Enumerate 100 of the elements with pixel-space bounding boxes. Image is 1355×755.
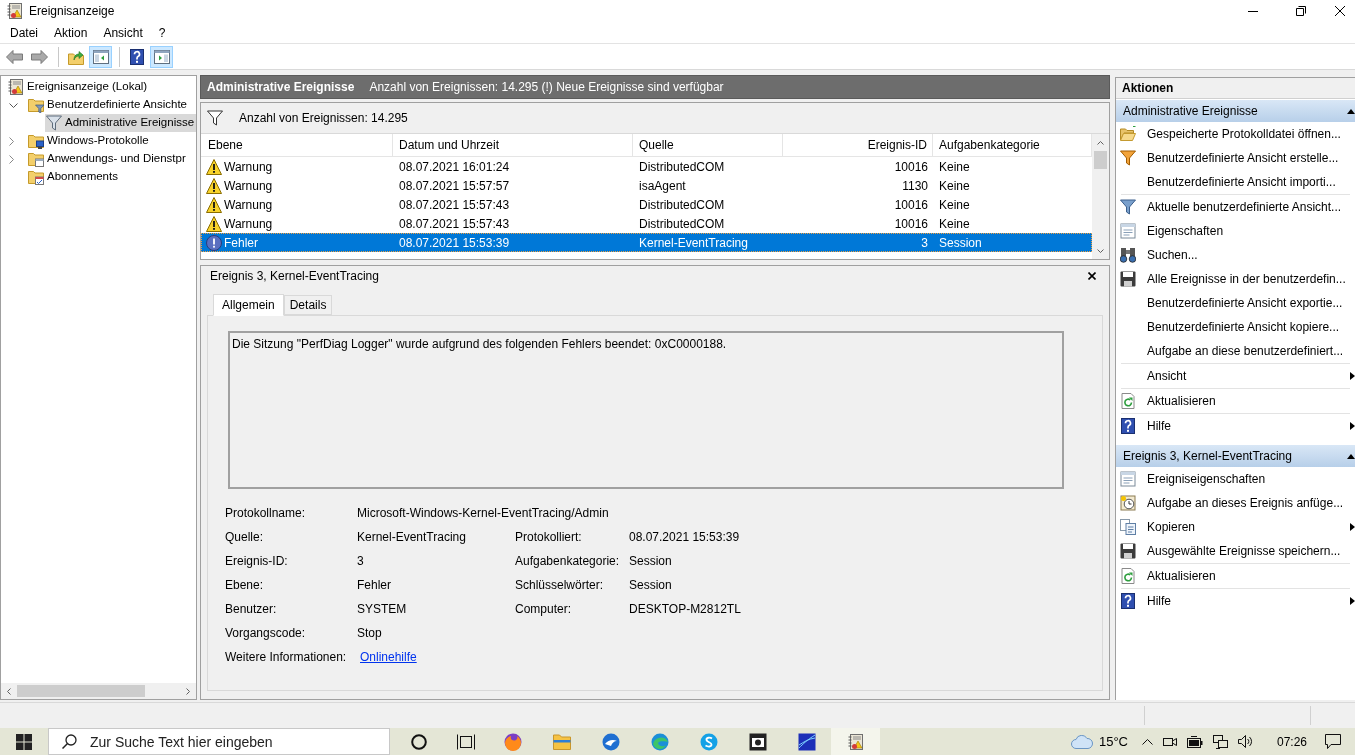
section-header[interactable]: Administrative Ereignisse bbox=[1116, 100, 1355, 122]
horizontal-scrollbar[interactable] bbox=[1, 683, 196, 699]
help-icon bbox=[1120, 418, 1136, 434]
action-item[interactable]: Benutzerdefinierte Ansicht kopiere... bbox=[1116, 315, 1355, 339]
table-row[interactable]: Warnung 08.07.2021 15:57:57 isaAgent 1130 Keine bbox=[201, 176, 1092, 195]
camera-app-icon bbox=[748, 732, 767, 751]
scrollbar-thumb[interactable] bbox=[1094, 151, 1107, 169]
properties-icon bbox=[1120, 471, 1136, 487]
table-row[interactable]: Warnung 08.07.2021 15:57:43 DistributedCOM 10016 Keine bbox=[201, 214, 1092, 233]
search-field[interactable]: Zur Suche Text hier eingeben bbox=[48, 728, 390, 755]
column-header[interactable]: Quelle bbox=[633, 134, 783, 156]
action-item[interactable]: Eigenschaften bbox=[1116, 219, 1355, 243]
action-item[interactable]: Aktualisieren bbox=[1116, 564, 1355, 588]
search-icon bbox=[62, 734, 77, 749]
view-title: Administrative Ereignisse bbox=[207, 81, 355, 93]
close-button[interactable] bbox=[1087, 271, 1097, 281]
help-icon bbox=[128, 48, 145, 65]
table-cell-text: DistributedCOM bbox=[638, 158, 726, 176]
speaker-icon bbox=[1238, 735, 1253, 748]
table-cell-text: DistributedCOM bbox=[638, 196, 726, 214]
folder-calendar-icon bbox=[28, 169, 44, 185]
tree-item[interactable]: Ereignisanzeige (Lokal) bbox=[7, 78, 196, 96]
tree-item[interactable]: Anwendungs- und Dienstpr bbox=[27, 150, 196, 168]
table-cell-text: Kernel-EventTracing bbox=[638, 234, 749, 252]
field-value: 08.07.2021 15:53:39 bbox=[629, 531, 740, 543]
network-icon bbox=[1213, 734, 1228, 749]
table-row[interactable]: Fehler 08.07.2021 15:53:39 Kernel-EventTracing 3 Session bbox=[201, 233, 1092, 252]
field-label: Ereignis-ID: bbox=[225, 555, 289, 567]
table-cell-text: Keine bbox=[938, 215, 971, 233]
panel-title: Aktionen bbox=[1116, 78, 1355, 99]
field-label: Benutzer: bbox=[225, 603, 278, 615]
column-header[interactable]: Ebene bbox=[201, 134, 393, 156]
table-row[interactable]: Warnung 08.07.2021 15:57:43 DistributedCOM 10016 Keine bbox=[201, 195, 1092, 214]
warning-icon bbox=[206, 177, 222, 194]
folder-funnel-icon bbox=[28, 97, 44, 113]
binoculars-icon bbox=[1120, 247, 1136, 263]
clock-task-icon bbox=[1120, 495, 1136, 511]
action-item[interactable]: Aktualisieren bbox=[1116, 389, 1355, 413]
table-cell: Warnung bbox=[224, 179, 273, 192]
action-item[interactable]: Alle Ereignisse in der benutzerdefin... bbox=[1116, 267, 1355, 291]
log-book-icon bbox=[847, 733, 864, 750]
funnel-icon bbox=[46, 115, 62, 131]
menu-item[interactable]: Ansicht bbox=[95, 26, 151, 39]
windows-logo-icon bbox=[16, 733, 32, 750]
action-item[interactable]: Benutzerdefinierte Ansicht erstelle... bbox=[1116, 146, 1355, 170]
folder-monitor-icon bbox=[28, 133, 44, 149]
column-header[interactable]: Ereignis-ID bbox=[783, 134, 933, 156]
field-value: Session bbox=[629, 579, 672, 591]
action-item[interactable]: Ansicht bbox=[1116, 364, 1355, 388]
action-item[interactable]: Kopieren bbox=[1116, 515, 1355, 539]
field-label: Vorgangscode: bbox=[225, 627, 307, 639]
help-link[interactable]: Onlinehilfe bbox=[360, 650, 417, 664]
table-cell-text: 08.07.2021 16:01:24 bbox=[398, 158, 511, 176]
action-item[interactable]: Benutzerdefinierte Ansicht exportie... bbox=[1116, 291, 1355, 315]
log-book-icon bbox=[8, 79, 24, 95]
table-row[interactable]: Warnung 08.07.2021 16:01:24 DistributedCOM 10016 Keine bbox=[201, 157, 1092, 176]
field-label: Aufgabenkategorie: bbox=[515, 555, 621, 567]
action-item[interactable]: Gespeicherte Protokolldatei öffnen... bbox=[1116, 122, 1355, 146]
action-item[interactable]: Ausgewählte Ereignisse speichern... bbox=[1116, 539, 1355, 563]
action-item[interactable]: Aktuelle benutzerdefinierte Ansicht... bbox=[1116, 195, 1355, 219]
menu-item[interactable]: Datei bbox=[2, 26, 46, 39]
vertical-scrollbar[interactable] bbox=[1092, 134, 1109, 259]
table-cell-text: 3 bbox=[920, 234, 929, 252]
table-cell-text: 10016 bbox=[893, 158, 929, 176]
tree-item[interactable]: Abonnements bbox=[27, 168, 196, 186]
chevron-left-icon bbox=[7, 687, 11, 695]
copy-icon bbox=[1120, 519, 1136, 535]
tab[interactable]: Allgemein bbox=[213, 294, 284, 316]
action-item[interactable]: Aufgabe an dieses Ereignis anfüge... bbox=[1116, 491, 1355, 515]
folder-arrow-icon bbox=[67, 48, 84, 65]
scrollbar-thumb[interactable] bbox=[17, 685, 145, 697]
chevron-up-icon bbox=[1097, 140, 1104, 145]
action-item[interactable]: Hilfe bbox=[1116, 589, 1355, 613]
field-value: Stop bbox=[357, 627, 382, 639]
field-value: Microsoft-Windows-Kernel-EventTracing/Admin bbox=[357, 507, 609, 519]
menu-item[interactable]: ? bbox=[150, 26, 174, 39]
help-icon bbox=[1120, 593, 1136, 609]
chevron-right-icon bbox=[186, 687, 190, 695]
table-cell-text: 08.07.2021 15:57:57 bbox=[398, 177, 511, 195]
close-icon bbox=[1335, 6, 1345, 16]
tree-item[interactable]: Windows-Protokolle bbox=[27, 132, 196, 150]
table-cell-text: 10016 bbox=[893, 215, 929, 233]
action-item[interactable]: Ereigniseigenschaften bbox=[1116, 467, 1355, 491]
action-item[interactable]: Suchen... bbox=[1116, 243, 1355, 267]
funnel-icon bbox=[207, 110, 223, 126]
menu-item[interactable]: Aktion bbox=[46, 26, 96, 39]
tab[interactable]: Details bbox=[283, 295, 333, 315]
tree-item[interactable]: Administrative Ereignisse bbox=[45, 114, 196, 132]
action-item[interactable]: Aufgabe an diese benutzerdefiniert... bbox=[1116, 339, 1355, 363]
column-header[interactable]: Datum und Uhrzeit bbox=[393, 134, 633, 156]
pane-icon bbox=[153, 48, 170, 65]
action-item[interactable]: Benutzerdefinierte Ansicht importi... bbox=[1116, 170, 1355, 194]
table-cell-text: 08.07.2021 15:53:39 bbox=[398, 234, 511, 252]
minimize-icon bbox=[1248, 10, 1258, 12]
arrow-left-icon bbox=[6, 49, 23, 64]
description-field[interactable]: Die Sitzung "PerfDiag Logger" wurde aufgrund des folgenden Fehlers beendet: 0xC0000188. bbox=[228, 331, 1064, 489]
pane-icon bbox=[92, 48, 109, 65]
tree-item[interactable]: Benutzerdefinierte Ansichte bbox=[27, 96, 196, 114]
section-header[interactable]: Ereignis 3, Kernel-EventTracing bbox=[1116, 445, 1355, 467]
action-item[interactable]: Hilfe bbox=[1116, 414, 1355, 438]
